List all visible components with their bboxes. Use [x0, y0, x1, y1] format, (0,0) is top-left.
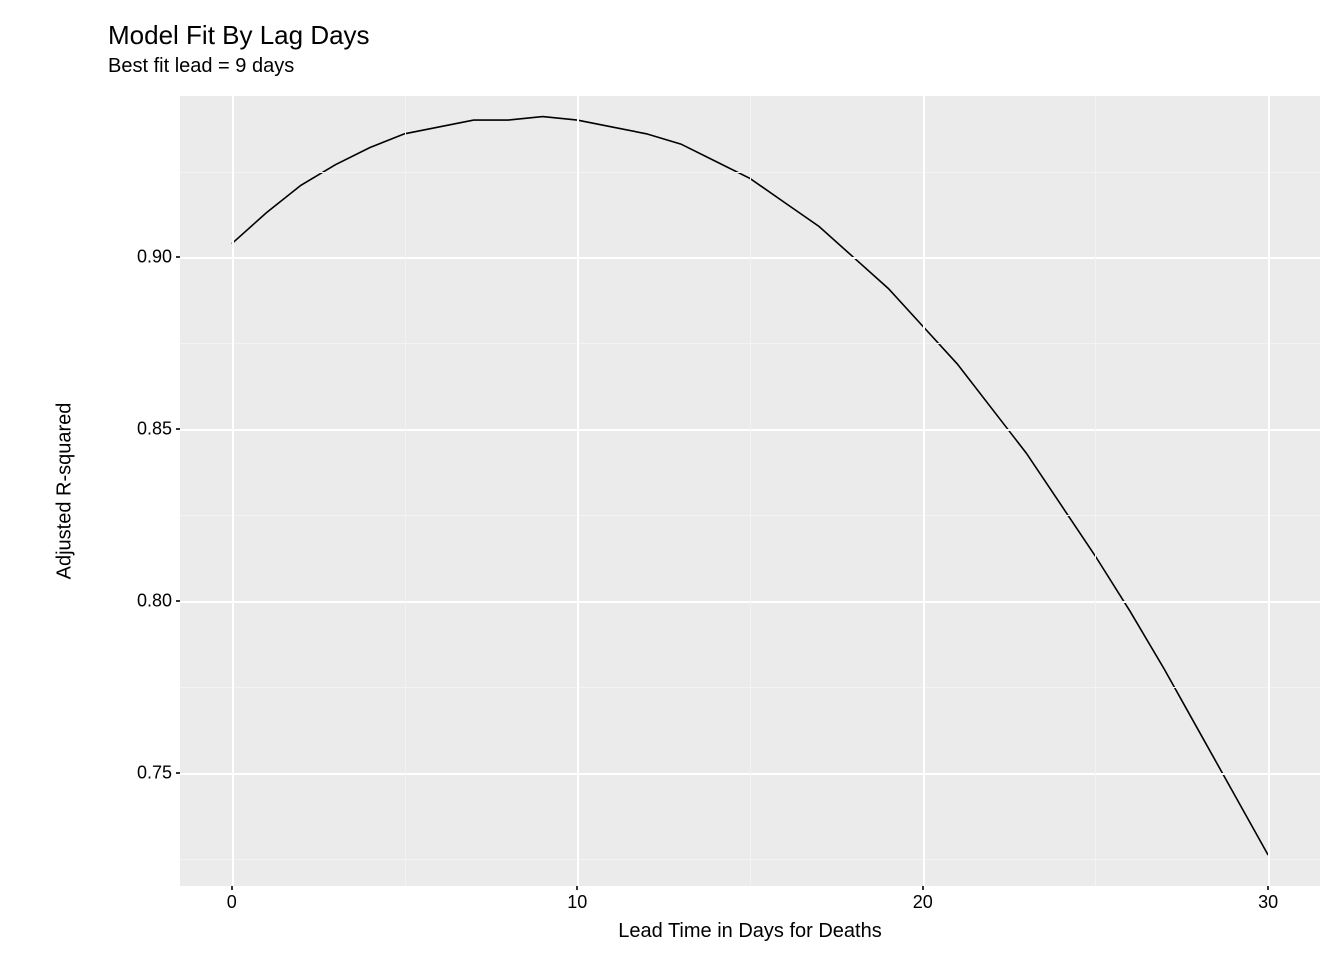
- y-tick-label: 0.90: [112, 247, 172, 268]
- x-tick-mark: [1267, 886, 1269, 890]
- grid-line-v-minor: [405, 96, 406, 886]
- x-tick-mark: [231, 886, 233, 890]
- chart-subtitle: Best fit lead = 9 days: [108, 55, 294, 78]
- chart-title: Model Fit By Lag Days: [108, 20, 370, 51]
- y-tick-label: 0.85: [112, 419, 172, 440]
- x-tick-label: 10: [567, 892, 587, 913]
- grid-line-v-minor: [1095, 96, 1096, 886]
- y-tick-mark: [176, 600, 180, 602]
- x-tick-mark: [576, 886, 578, 890]
- y-tick-mark: [176, 256, 180, 258]
- x-tick-label: 0: [227, 892, 237, 913]
- y-tick-mark: [176, 772, 180, 774]
- grid-line-v: [232, 96, 234, 886]
- grid-line-v-minor: [750, 96, 751, 886]
- y-tick-mark: [176, 428, 180, 430]
- y-tick-label: 0.80: [112, 590, 172, 611]
- x-axis-label: Lead Time in Days for Deaths: [180, 920, 1320, 943]
- chart-container: Model Fit By Lag Days Best fit lead = 9 …: [0, 0, 1344, 960]
- x-tick-label: 30: [1258, 892, 1278, 913]
- y-tick-label: 0.75: [112, 762, 172, 783]
- x-tick-mark: [922, 886, 924, 890]
- grid-line-v: [1268, 96, 1270, 886]
- y-axis-label: Adjusted R-squared: [55, 96, 75, 886]
- grid-line-v: [923, 96, 925, 886]
- plot-area: [180, 96, 1320, 886]
- grid-line-v: [577, 96, 579, 886]
- x-tick-label: 20: [913, 892, 933, 913]
